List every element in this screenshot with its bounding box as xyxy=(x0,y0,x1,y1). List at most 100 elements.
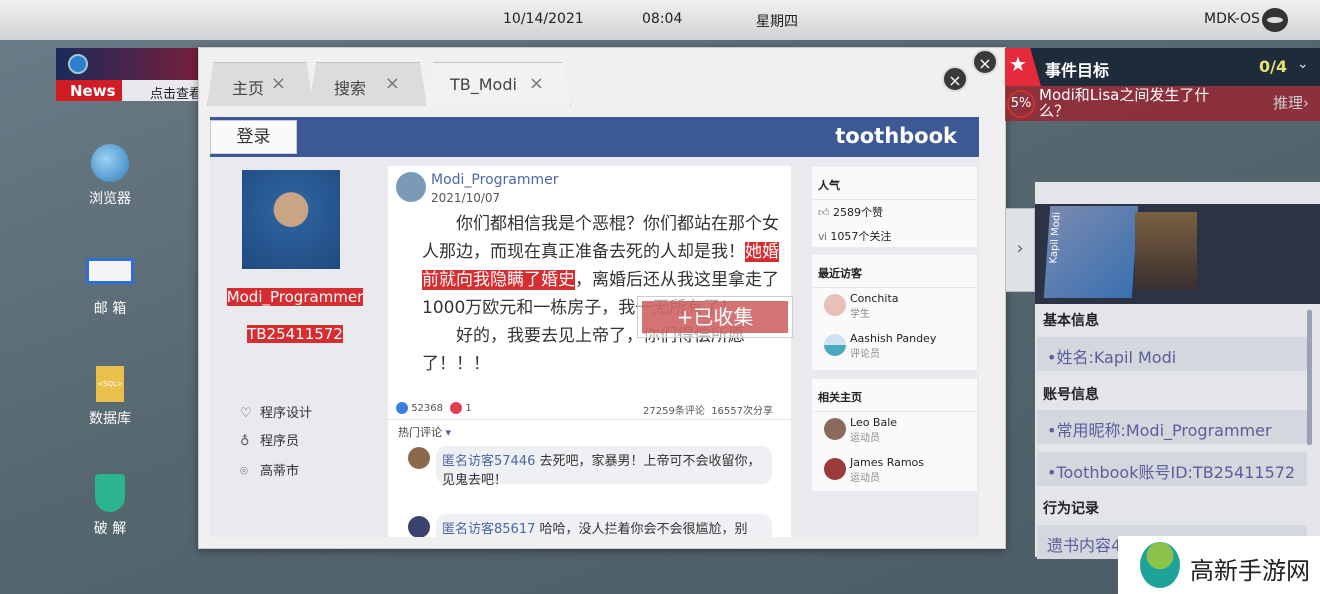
tie-icon: ♁ xyxy=(240,434,250,449)
visitor-role: 学生 xyxy=(850,309,870,320)
share-count: 16557次分享 xyxy=(711,406,773,417)
news-message: 点击查看 xyxy=(122,80,206,101)
visitor-name: Aashish Pandey xyxy=(850,332,937,345)
expand-panel-button[interactable]: › xyxy=(1005,208,1035,292)
news-tag: News xyxy=(56,80,122,101)
close-tab-page-button[interactable]: × xyxy=(942,66,968,92)
recent-visitors-card: 最近访客 Conchita 学生 Aashish Pandey 评论员 xyxy=(812,255,977,370)
visitor-item[interactable]: Conchita 学生 xyxy=(812,288,977,328)
event-question-row[interactable]: 5% Modi和Lisa之间发生了什么？ 推理› xyxy=(1005,86,1320,121)
close-window-button[interactable]: × xyxy=(972,49,998,75)
top-status-bar: 10/14/2021 08:04 星期四 MDK-OS xyxy=(0,0,1320,40)
comment-count: 27259条评论 xyxy=(643,406,705,417)
popularity-card: 人气 👍︎ 2589个赞 ⅵ 1057个关注 xyxy=(812,167,977,247)
visitor-role: 评论员 xyxy=(850,349,880,360)
heart-reaction-icon xyxy=(450,402,463,414)
close-icon[interactable]: × xyxy=(529,73,544,94)
browser-window: 主页 × 搜索 × TB_Modi × × 登录 toothbook Modi_Pro… xyxy=(198,47,1006,549)
desktop-icon-crack[interactable]: 破 解 xyxy=(60,474,160,538)
profile-page: Modi_Programmer TB25411572 ♡ 程序设计 ♁ 程序员 ⌾ 高… xyxy=(210,157,979,537)
tab-label: TB_Modi xyxy=(450,75,517,94)
icon-label: 浏览器 xyxy=(89,191,131,207)
chevron-down-icon[interactable]: ⌄ xyxy=(1297,56,1309,72)
location-icon: ⌾ xyxy=(240,464,248,479)
info-item[interactable]: •常用昵称:Modi_Programmer xyxy=(1037,410,1307,444)
comment: 匿名访客85617 哈哈，没人拦着你会不会很尴尬，别 xyxy=(436,514,772,537)
post-text: 你们都相信我是个恶棍？你们都站在那个女人那边，而现在真正准备去死的人却是我！ xyxy=(422,214,779,262)
comment-text: 哈哈，没人拦着你会不会很尴尬，别 xyxy=(539,522,748,537)
event-progress: 0/4 xyxy=(1259,57,1288,76)
visitor-item[interactable]: Aashish Pandey 评论员 xyxy=(812,328,977,368)
globe-icon xyxy=(91,144,129,182)
related-item[interactable]: James Ramos 运动员 xyxy=(812,452,977,492)
watermark: 高新手游网 xyxy=(1118,536,1320,594)
tab-search[interactable]: 搜索 × xyxy=(309,62,427,106)
post-card: Modi_Programmer 2021/10/07 你们都相信我是个恶棍？你们… xyxy=(388,166,793,537)
comment-user[interactable]: 匿名访客85617 xyxy=(442,522,535,537)
character-card-lisa[interactable] xyxy=(1135,212,1197,290)
author-avatar xyxy=(396,172,426,202)
hot-comments-dropdown[interactable]: 热门评论 ▾ xyxy=(398,424,451,440)
related-pages-card: 相关主页 Leo Bale 运动员 James Ramos 运动员 xyxy=(812,379,977,491)
heart-count: 1 xyxy=(465,403,472,414)
dropdown-label: 热门评论 xyxy=(398,426,442,439)
profile-id: TB25411572 xyxy=(247,325,343,343)
caret-down-icon: ▾ xyxy=(445,426,452,439)
character-cards: Kapil Modi xyxy=(1035,204,1320,304)
card-title: 相关主页 xyxy=(812,379,977,412)
desktop-icon-database[interactable]: <SQL> 数据库 xyxy=(60,366,160,428)
visitor-name: Conchita xyxy=(850,292,899,305)
comment-user[interactable]: 匿名访客57446 xyxy=(442,454,535,469)
tab-label: 搜索 xyxy=(334,79,367,98)
desktop-icon-mail[interactable]: 邮 箱 xyxy=(60,258,160,318)
icon-label: 数据库 xyxy=(89,411,131,427)
eye-icon[interactable] xyxy=(1262,8,1288,32)
character-panel: Kapil Modi 基本信息 •姓名:Kapil Modi 账号信息 •常用昵… xyxy=(1035,182,1320,559)
likes-count: 2589个赞 xyxy=(833,206,883,219)
like-count: 52368 xyxy=(411,403,443,414)
globe-icon xyxy=(68,54,88,74)
date: 10/14/2021 xyxy=(503,11,584,27)
mail-icon xyxy=(86,258,134,284)
news-banner[interactable]: News 点击查看 xyxy=(56,48,206,101)
watermark-text: 高新手游网 xyxy=(1190,557,1310,585)
comment: 匿名访客57446 去死吧，家暴男！上帝可不会收留你，见鬼去吧！ xyxy=(436,446,772,488)
os-name: MDK-OS xyxy=(1204,11,1260,27)
avatar xyxy=(824,418,846,440)
star-icon: ★ xyxy=(1005,48,1041,86)
profile-hobby: 程序设计 xyxy=(260,406,313,421)
progress-percent: 5% xyxy=(1007,90,1035,118)
tab-tb-modi[interactable]: TB_Modi × xyxy=(425,62,571,106)
tab-label: 主页 xyxy=(232,79,265,98)
character-card-kapil[interactable]: Kapil Modi xyxy=(1043,206,1139,298)
post-author[interactable]: Modi_Programmer xyxy=(431,172,559,188)
event-goal-header[interactable]: ★ 事件目标 0/4 ⌄ xyxy=(1005,48,1320,86)
login-button[interactable]: 登录 xyxy=(210,120,297,154)
heart-icon: ♡ xyxy=(240,406,252,421)
card-title: 人气 xyxy=(812,167,977,200)
section-title: 账号信息 xyxy=(1043,387,1099,403)
related-item[interactable]: Leo Bale 运动员 xyxy=(812,412,977,452)
profile-job: 程序员 xyxy=(260,434,300,449)
post-date: 2021/10/07 xyxy=(431,191,501,205)
section-title: 行为记录 xyxy=(1043,501,1099,517)
avatar xyxy=(824,458,846,480)
reason-button[interactable]: 推理› xyxy=(1273,95,1309,111)
commenter-avatar xyxy=(408,447,430,469)
info-item[interactable]: •姓名:Kapil Modi xyxy=(1037,337,1307,371)
thumbs-up-icon: 👍︎ xyxy=(818,206,830,219)
info-item[interactable]: •Toothbook账号ID:TB25411572 xyxy=(1037,452,1307,486)
follows-count: 1057个关注 xyxy=(830,230,892,243)
card-name: Kapil Modi xyxy=(1048,212,1063,264)
profile-city: 高蒂市 xyxy=(260,464,300,479)
tab-home[interactable]: 主页 × xyxy=(207,62,313,106)
card-title: 最近访客 xyxy=(812,255,977,288)
scrollbar[interactable] xyxy=(1307,310,1312,445)
related-name: Leo Bale xyxy=(850,416,898,429)
event-question: Modi和Lisa之间发生了什么？ xyxy=(1039,86,1210,120)
close-icon[interactable]: × xyxy=(385,73,400,94)
event-title: 事件目标 xyxy=(1045,61,1110,80)
close-icon[interactable]: × xyxy=(271,73,286,94)
desktop-icon-browser[interactable]: 浏览器 xyxy=(60,144,160,208)
site-header: 登录 toothbook xyxy=(210,117,979,157)
